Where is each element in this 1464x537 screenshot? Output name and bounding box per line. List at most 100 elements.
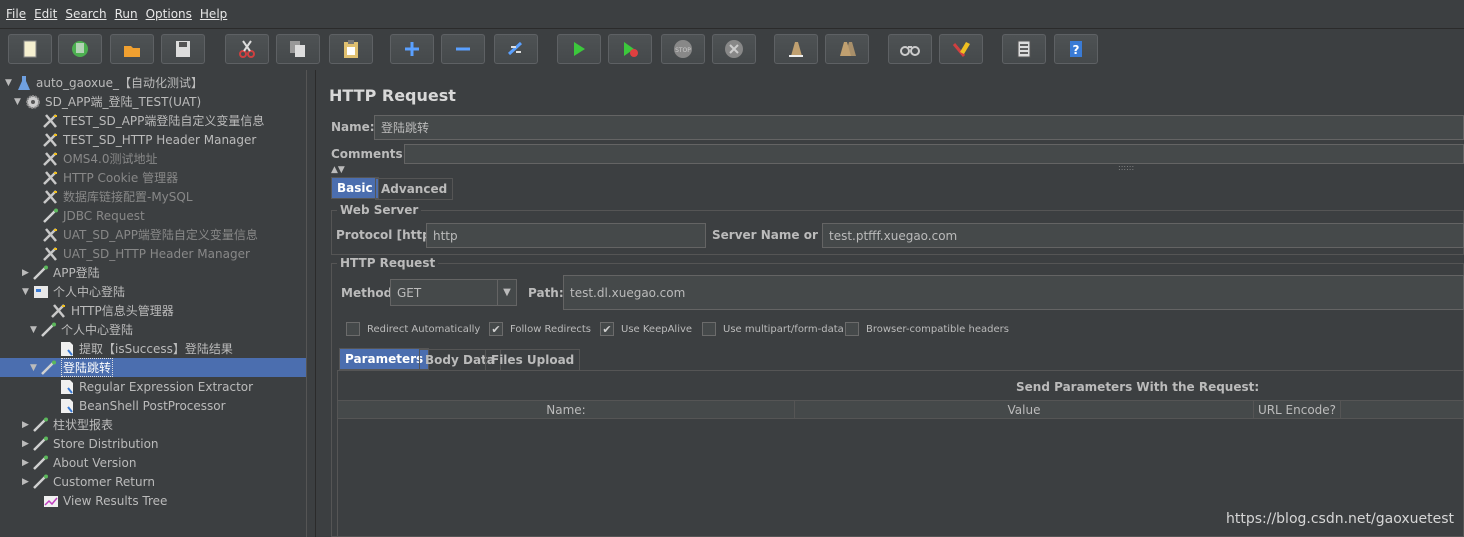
comments-field[interactable] bbox=[404, 144, 1464, 164]
copy-button[interactable] bbox=[276, 34, 320, 64]
tree-node[interactable]: ▼ SD_APP端_登陆_TEST(UAT) bbox=[14, 92, 201, 111]
paste-button[interactable] bbox=[329, 34, 373, 64]
tree-node[interactable]: 数据库链接配置-MySQL bbox=[32, 187, 193, 206]
checkbox-browser-compatible-headers[interactable]: Browser-compatible headers bbox=[845, 322, 1009, 336]
tree-node[interactable]: UAT_SD_HTTP Header Manager bbox=[32, 244, 250, 263]
col-url-encode[interactable]: URL Encode? bbox=[1253, 400, 1341, 419]
menu-run[interactable]: Run bbox=[115, 7, 138, 21]
tree-node[interactable]: TEST_SD_HTTP Header Manager bbox=[32, 130, 256, 149]
help-button[interactable]: ? bbox=[1054, 34, 1098, 64]
menu-options[interactable]: Options bbox=[146, 7, 192, 21]
tree-node[interactable]: 提取【isSuccess】登陆结果 bbox=[48, 339, 233, 358]
search-icon bbox=[900, 46, 920, 56]
col-name[interactable]: Name: bbox=[337, 400, 795, 419]
method-select[interactable]: GET ▼ bbox=[390, 279, 517, 306]
protocol-field[interactable]: http bbox=[426, 223, 706, 248]
tab-parameters[interactable]: Parameters bbox=[339, 348, 430, 370]
split-pane-divider[interactable] bbox=[306, 70, 316, 537]
function-helper-button[interactable] bbox=[1002, 34, 1046, 64]
checkbox-use-keepalive[interactable]: ✔ Use KeepAlive bbox=[600, 322, 692, 336]
open-button[interactable] bbox=[110, 34, 154, 64]
save-button[interactable] bbox=[161, 34, 205, 64]
clear-button[interactable] bbox=[774, 34, 818, 64]
tree-node[interactable]: ▼ 个人中心登陆 bbox=[22, 282, 125, 301]
checkbox-label: Use KeepAlive bbox=[621, 323, 693, 335]
checkbox-use-multipart-form-data[interactable]: Use multipart/form-data bbox=[702, 322, 844, 336]
server-field[interactable]: test.ptfff.xuegao.com bbox=[822, 223, 1464, 248]
checkbox-unchecked-icon[interactable] bbox=[845, 322, 859, 336]
collapsed-arrow-icon[interactable]: ▶ bbox=[22, 439, 32, 449]
tree-node[interactable]: UAT_SD_APP端登陆自定义变量信息 bbox=[32, 225, 258, 244]
menu-help[interactable]: Help bbox=[200, 7, 227, 21]
expanded-arrow-icon[interactable]: ▼ bbox=[30, 325, 40, 335]
pipette-icon bbox=[32, 455, 50, 471]
chevron-down-icon[interactable]: ▼ bbox=[497, 280, 516, 305]
toggle-button[interactable] bbox=[494, 34, 538, 64]
module-icon bbox=[32, 284, 50, 300]
tree-node[interactable]: ▼ 登陆跳转 bbox=[0, 358, 306, 377]
stop-button[interactable]: STOP bbox=[661, 34, 705, 64]
tree-node-label: HTTP Cookie 管理器 bbox=[63, 171, 179, 185]
checkbox-redirect-automatically[interactable]: Redirect Automatically bbox=[346, 322, 480, 336]
expanded-arrow-icon[interactable]: ▼ bbox=[30, 363, 40, 373]
shutdown-button[interactable] bbox=[712, 34, 756, 64]
name-field[interactable]: 登陆跳转 bbox=[374, 115, 1464, 140]
cut-button[interactable] bbox=[225, 34, 269, 64]
tree-node[interactable]: JDBC Request bbox=[32, 206, 145, 225]
path-field[interactable]: test.dl.xuegao.com bbox=[563, 275, 1464, 310]
collapse-arrows-icon[interactable]: ▲▼ bbox=[331, 165, 345, 175]
clear-all-button[interactable] bbox=[825, 34, 869, 64]
tree-node[interactable]: View Results Tree bbox=[32, 491, 167, 510]
menu-search[interactable]: Search bbox=[65, 7, 106, 21]
tree-node[interactable]: HTTP信息头管理器 bbox=[40, 301, 174, 320]
checkbox-label: Use multipart/form-data bbox=[723, 323, 844, 335]
checkbox-checked-icon[interactable]: ✔ bbox=[600, 322, 614, 336]
checkbox-unchecked-icon[interactable] bbox=[702, 322, 716, 336]
tree-node[interactable]: TEST_SD_APP端登陆自定义变量信息 bbox=[32, 111, 264, 130]
tree-node[interactable]: ▶ About Version bbox=[22, 453, 136, 472]
checkbox-unchecked-icon[interactable] bbox=[346, 322, 360, 336]
start-no-pause-button[interactable] bbox=[608, 34, 652, 64]
search-button[interactable] bbox=[888, 34, 932, 64]
start-button[interactable] bbox=[557, 34, 601, 64]
tree-node[interactable]: BeanShell PostProcessor bbox=[48, 396, 226, 415]
expanded-arrow-icon[interactable]: ▼ bbox=[22, 287, 32, 297]
tab-basic[interactable]: Basic bbox=[331, 177, 379, 199]
tree-node[interactable]: ▶ 柱状型报表 bbox=[22, 415, 113, 434]
tab-files-upload[interactable]: Files Upload bbox=[485, 349, 581, 371]
menu-edit[interactable]: Edit bbox=[34, 7, 57, 21]
tree-node[interactable]: OMS4.0测试地址 bbox=[32, 149, 158, 168]
new-icon bbox=[23, 40, 37, 58]
templates-button[interactable] bbox=[58, 34, 102, 64]
test-plan-tree[interactable]: ▼ auto_gaoxue_【自动化测试】 ▼ SD_APP端_登陆_TEST(UAT… bbox=[0, 70, 307, 537]
tree-node[interactable]: ▼ auto_gaoxue_【自动化测试】 bbox=[5, 73, 203, 92]
collapsed-arrow-icon[interactable]: ▶ bbox=[22, 420, 32, 430]
menu-file[interactable]: File bbox=[6, 7, 26, 21]
reset-search-button[interactable] bbox=[939, 34, 983, 64]
checkbox-checked-icon[interactable]: ✔ bbox=[489, 322, 503, 336]
new-button[interactable] bbox=[8, 34, 52, 64]
tree-node[interactable]: ▶ Customer Return bbox=[22, 472, 155, 491]
collapsed-arrow-icon[interactable]: ▶ bbox=[22, 477, 32, 487]
expanded-arrow-icon[interactable]: ▼ bbox=[5, 78, 15, 88]
web-server-title: Web Server bbox=[337, 203, 422, 217]
panel-title: HTTP Request bbox=[329, 86, 456, 105]
tree-node[interactable]: HTTP Cookie 管理器 bbox=[32, 168, 178, 187]
tree-node-label: TEST_SD_HTTP Header Manager bbox=[63, 132, 257, 147]
tree-node[interactable]: ▶ APP登陆 bbox=[22, 263, 100, 282]
tab-advanced[interactable]: Advanced bbox=[375, 178, 454, 200]
drag-handle-icon[interactable]: :::::: bbox=[1118, 163, 1134, 172]
collapsed-arrow-icon[interactable]: ▶ bbox=[22, 458, 32, 468]
tree-node[interactable]: ▶ Store Distribution bbox=[22, 434, 159, 453]
collapsed-arrow-icon[interactable]: ▶ bbox=[22, 268, 32, 278]
checkbox-follow-redirects[interactable]: ✔ Follow Redirects bbox=[489, 322, 591, 336]
expanded-arrow-icon[interactable]: ▼ bbox=[14, 97, 24, 107]
tree-node-label: Store Distribution bbox=[53, 436, 159, 451]
collapse-button[interactable] bbox=[441, 34, 485, 64]
expand-button[interactable] bbox=[390, 34, 434, 64]
tree-node[interactable]: Regular Expression Extractor bbox=[48, 377, 253, 396]
tree-node[interactable]: ▼ 个人中心登陆 bbox=[30, 320, 133, 339]
http-request-panel: HTTP Request Name: 登陆跳转 Comments: ▲▼ :::… bbox=[318, 70, 1464, 537]
pipette-icon bbox=[32, 417, 50, 433]
col-value[interactable]: Value bbox=[794, 400, 1254, 419]
